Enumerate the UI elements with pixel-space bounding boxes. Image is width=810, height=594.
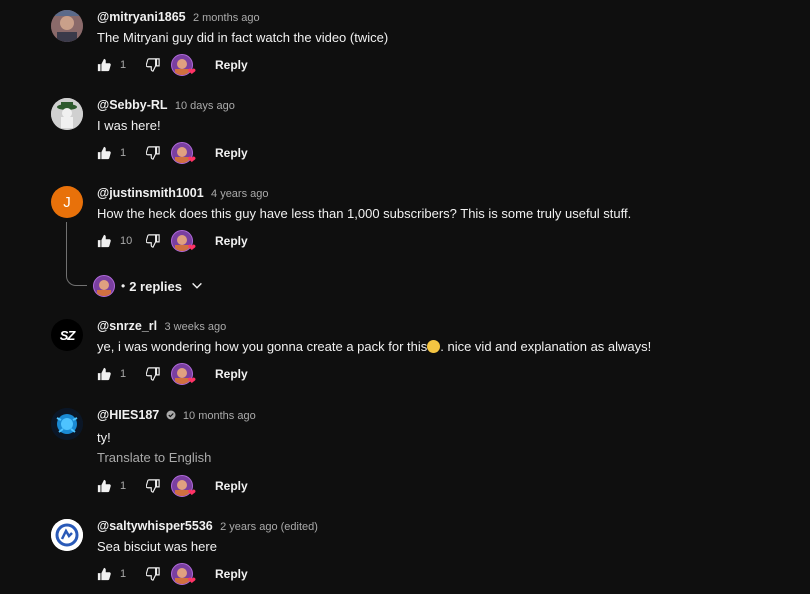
verified-icon [166,410,176,420]
avatar[interactable] [51,519,83,551]
like-icon[interactable] [97,234,111,248]
author-name[interactable]: @mitryani1865 [97,10,186,24]
comment-actions: 1 ❤ Reply [97,54,248,78]
replies-label[interactable]: 2 replies [129,279,182,294]
timestamp[interactable]: 10 days ago [175,100,235,112]
comment-text: ye, i was wondering how you gonna create… [97,339,651,354]
like-count: 1 [120,368,127,380]
reply-button[interactable]: Reply [215,58,248,72]
comment-text: How the heck does this guy have less tha… [97,206,632,221]
like-icon[interactable] [97,146,111,160]
like-count: 1 [120,480,127,492]
comment-text: I was here! [97,118,161,133]
creator-heart: ❤ [171,142,196,166]
dislike-icon[interactable] [146,367,160,381]
timestamp[interactable]: 2 months ago [193,12,260,24]
avatar[interactable] [51,408,83,440]
reply-button[interactable]: Reply [215,146,248,160]
reply-button[interactable]: Reply [215,567,248,581]
comment-header: @justinsmith1001 4 years ago [97,186,269,200]
chevron-down-icon[interactable] [190,279,204,293]
author-name[interactable]: @saltywhisper5536 [97,519,213,533]
creator-heart: ❤ [171,363,196,387]
comment-header: @mitryani1865 2 months ago [97,10,260,24]
author-name[interactable]: @snrze_rl [97,319,157,333]
comment-text-part: . nice vid and explanation as always! [440,339,652,354]
dislike-icon[interactable] [146,567,160,581]
heart-icon: ❤ [187,488,196,499]
timestamp[interactable]: 4 years ago [211,188,268,200]
author-name[interactable]: @justinsmith1001 [97,186,204,200]
avatar[interactable] [51,98,83,130]
dislike-icon[interactable] [146,234,160,248]
separator-dot: • [121,279,126,293]
like-count: 10 [120,235,133,247]
comment-header: @HIES187 10 months ago [97,408,256,422]
translate-link[interactable]: Translate to English [97,450,211,465]
dislike-icon[interactable] [146,58,160,72]
avatar-letter: J [63,193,71,211]
dislike-icon[interactable] [146,479,160,493]
comment-actions: 1 ❤ Reply [97,142,248,166]
heart-icon: ❤ [187,576,196,587]
comment-header: @saltywhisper5536 2 years ago (edited) [97,519,318,533]
like-count: 1 [120,59,127,71]
like-icon[interactable] [97,367,111,381]
timestamp[interactable]: 3 weeks ago [164,321,226,333]
comment-actions: 1 ❤ Reply [97,475,248,499]
like-count: 1 [120,147,127,159]
heart-icon: ❤ [187,243,196,254]
creator-heart: ❤ [171,230,196,254]
creator-heart: ❤ [171,563,196,587]
comment-text: Sea bisciut was here [97,539,217,554]
comment-actions: 1 ❤ Reply [97,363,248,387]
heart-icon: ❤ [187,67,196,78]
avatar[interactable] [51,10,83,42]
heart-icon: ❤ [187,155,196,166]
dislike-icon[interactable] [146,146,160,160]
sweat-smile-emoji-icon [427,340,441,353]
author-name[interactable]: @HIES187 [97,408,159,422]
creator-heart: ❤ [171,475,196,499]
avatar-logo: SZ [59,327,76,343]
reply-button[interactable]: Reply [215,367,248,381]
avatar[interactable]: SZ [51,319,83,351]
timestamp[interactable]: 2 years ago (edited) [220,521,318,533]
comment-text: The Mitryani guy did in fact watch the v… [97,30,389,45]
like-count: 1 [120,568,127,580]
comment-header: @snrze_rl 3 weeks ago [97,319,226,333]
comment-actions: 10 ❤ Reply [97,230,248,254]
creator-heart: ❤ [171,54,196,78]
timestamp[interactable]: 10 months ago [183,410,256,422]
comment-header: @Sebby-RL 10 days ago [97,98,235,112]
creator-avatar [93,275,115,297]
comment-actions: 1 ❤ Reply [97,563,248,587]
reply-button[interactable]: Reply [215,234,248,248]
like-icon[interactable] [97,567,111,581]
comment-text: ty! [97,430,111,445]
avatar[interactable]: J [51,186,83,218]
replies-toggle[interactable]: • 2 replies [93,275,204,297]
comment-text-part: ye, i was wondering how you gonna create… [97,339,428,354]
like-icon[interactable] [97,479,111,493]
like-icon[interactable] [97,58,111,72]
thread-line [66,222,87,286]
heart-icon: ❤ [187,376,196,387]
author-name[interactable]: @Sebby-RL [97,98,168,112]
reply-button[interactable]: Reply [215,479,248,493]
